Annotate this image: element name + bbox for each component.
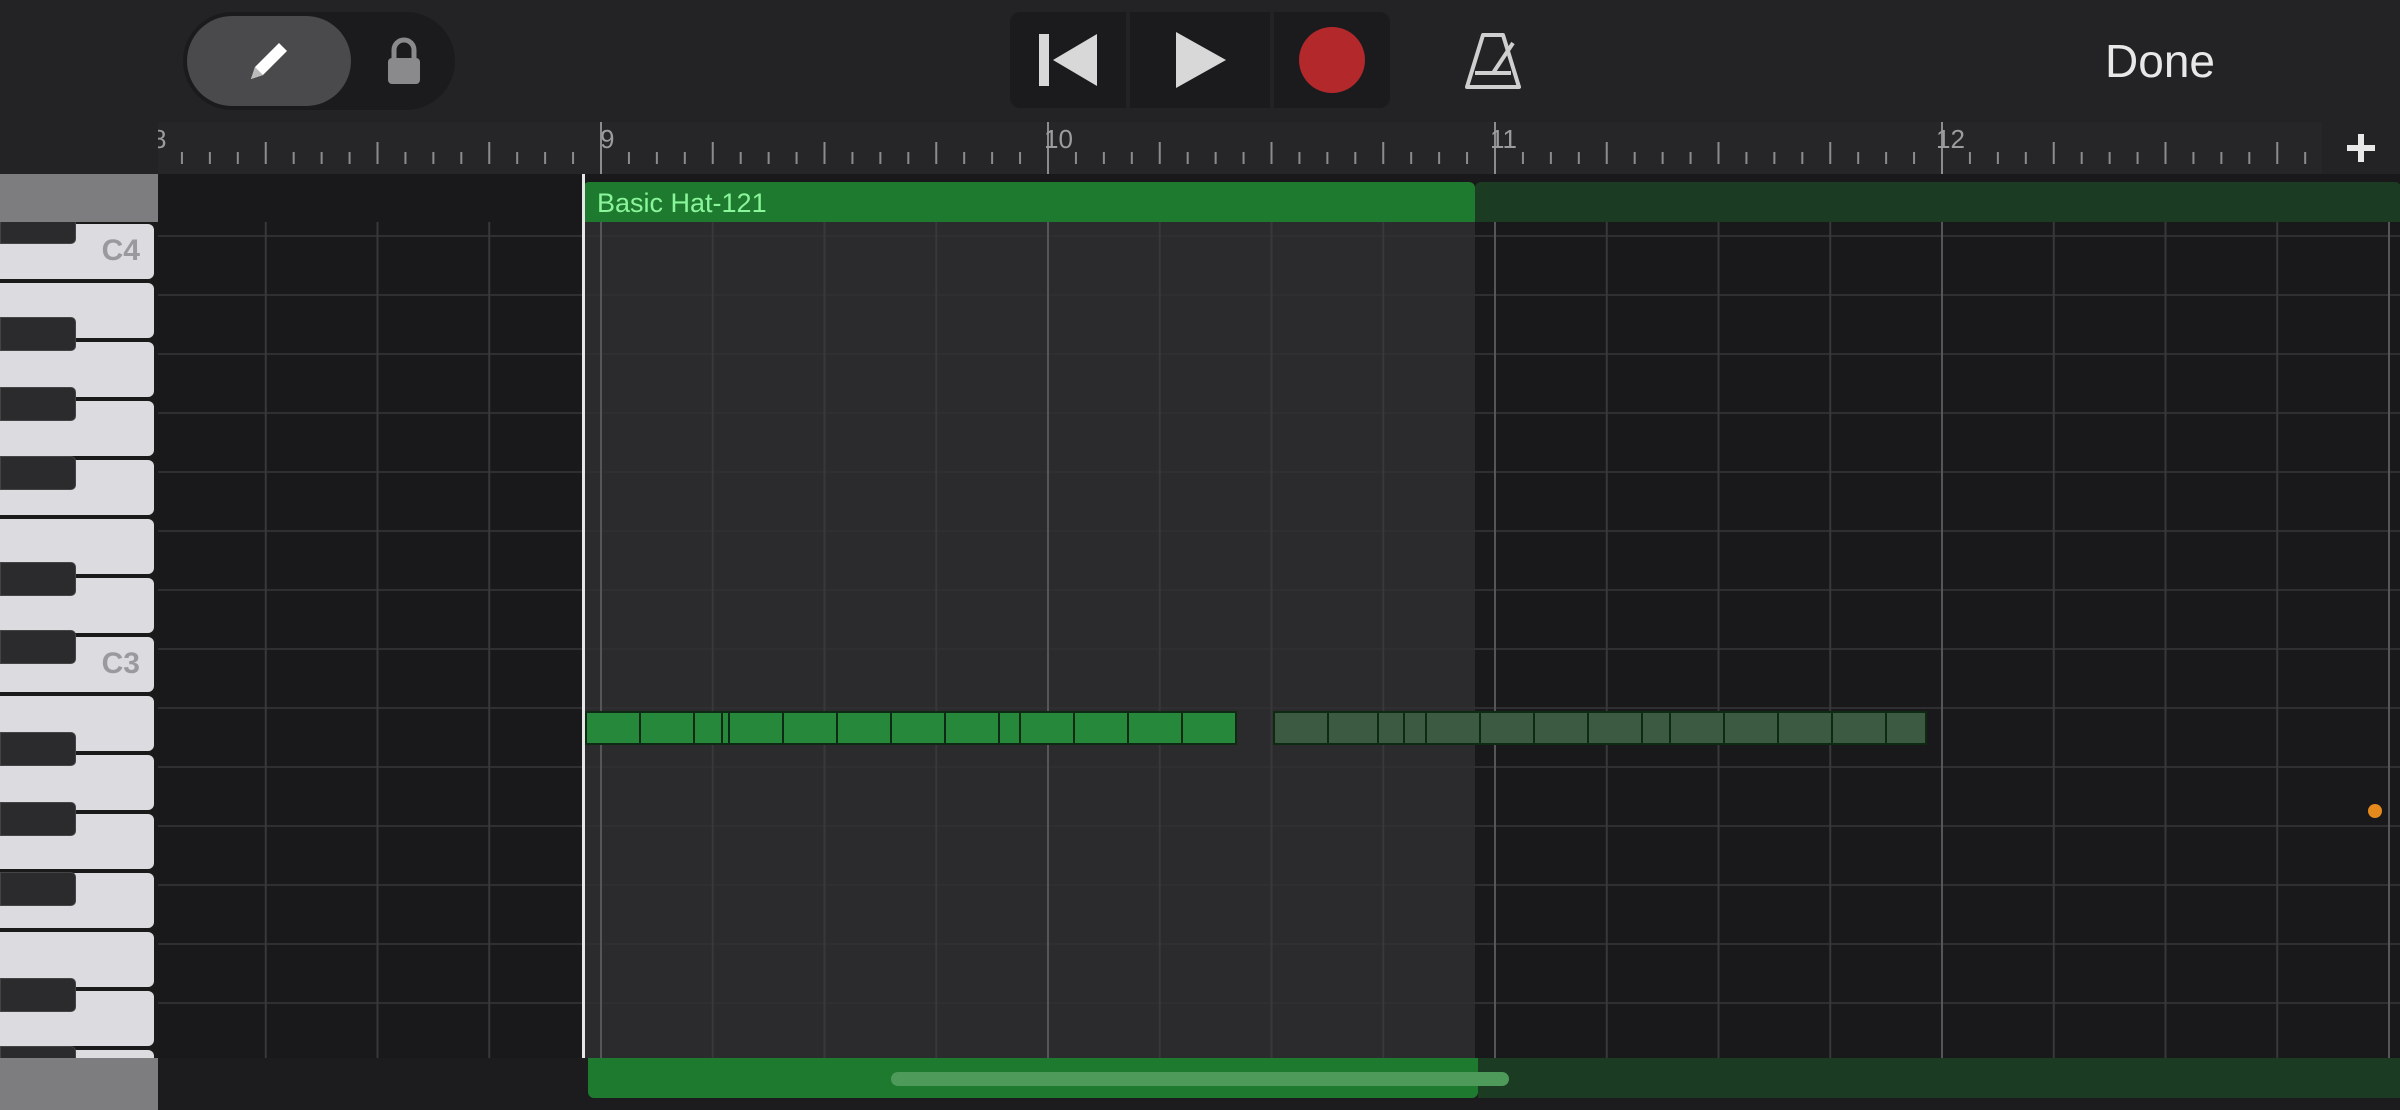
metronome-icon bbox=[1465, 33, 1521, 89]
piano-black-key[interactable] bbox=[0, 222, 76, 244]
key-label-c3: C3 bbox=[101, 647, 140, 680]
midi-note[interactable] bbox=[1479, 711, 1535, 745]
region-footer bbox=[158, 1058, 2400, 1110]
midi-note[interactable] bbox=[890, 711, 946, 745]
piano-black-key[interactable] bbox=[0, 872, 76, 906]
bar-number: 11 bbox=[1490, 124, 1517, 154]
bar-number: 9 bbox=[600, 124, 615, 154]
pencil-mode-button[interactable] bbox=[187, 16, 351, 106]
piano-black-key[interactable] bbox=[0, 317, 76, 351]
region-footer-loop bbox=[1478, 1058, 2400, 1098]
lock-icon bbox=[388, 37, 420, 84]
bar-number: 10 bbox=[1044, 124, 1073, 154]
ruler-ticks bbox=[180, 122, 2307, 174]
key-label-c4: C4 bbox=[101, 234, 140, 267]
record-icon bbox=[1299, 27, 1365, 93]
timeline-ruler[interactable]: 8 9 10 11 12 bbox=[158, 122, 2322, 174]
add-button[interactable] bbox=[2322, 122, 2400, 174]
midi-note[interactable] bbox=[1777, 711, 1833, 745]
piano-black-key[interactable] bbox=[0, 456, 76, 490]
midi-note[interactable] bbox=[585, 711, 641, 745]
midi-note[interactable] bbox=[1019, 711, 1075, 745]
pencil-icon bbox=[251, 43, 287, 79]
midi-note[interactable] bbox=[944, 711, 1000, 745]
piano-black-key[interactable] bbox=[0, 1046, 76, 1058]
midi-note[interactable] bbox=[1831, 711, 1887, 745]
bar-number: 12 bbox=[1936, 124, 1965, 154]
record-button[interactable] bbox=[1274, 12, 1390, 108]
overflow-indicator bbox=[2368, 804, 2382, 818]
lock-mode-button[interactable] bbox=[359, 16, 449, 106]
playhead[interactable] bbox=[582, 174, 585, 1058]
ruler-corner bbox=[0, 122, 158, 174]
bar-number: 8 bbox=[158, 124, 167, 154]
piano-black-key[interactable] bbox=[0, 630, 76, 664]
midi-note[interactable] bbox=[1273, 711, 1329, 745]
midi-note[interactable] bbox=[639, 711, 695, 745]
midi-note[interactable] bbox=[1723, 711, 1779, 745]
piano-keyboard[interactable]: C4 C3 bbox=[0, 222, 158, 1058]
piano-black-key[interactable] bbox=[0, 978, 76, 1012]
keyboard-footer bbox=[0, 1058, 158, 1110]
midi-note[interactable] bbox=[728, 711, 784, 745]
region-header[interactable]: Basic Hat-121 bbox=[583, 182, 2400, 222]
piano-black-key[interactable] bbox=[0, 562, 76, 596]
midi-note[interactable] bbox=[1073, 711, 1129, 745]
midi-note[interactable] bbox=[693, 711, 723, 745]
midi-note[interactable] bbox=[1327, 711, 1379, 745]
midi-note[interactable] bbox=[836, 711, 892, 745]
plus-icon bbox=[2347, 134, 2375, 162]
midi-note[interactable] bbox=[1533, 711, 1589, 745]
midi-note[interactable] bbox=[1425, 711, 1481, 745]
go-to-beginning-button[interactable] bbox=[1010, 12, 1126, 108]
midi-note[interactable] bbox=[1669, 711, 1725, 745]
piano-black-key[interactable] bbox=[0, 732, 76, 766]
midi-note[interactable] bbox=[1587, 711, 1643, 745]
done-button[interactable]: Done bbox=[2060, 28, 2260, 94]
piano-roll-grid[interactable]: Basic Hat-121 bbox=[158, 174, 2400, 1058]
piano-black-key[interactable] bbox=[0, 802, 76, 836]
region-header-loop bbox=[1475, 182, 2400, 222]
midi-note[interactable] bbox=[1885, 711, 1927, 745]
metronome-button[interactable] bbox=[1456, 24, 1530, 98]
horizontal-scrollbar[interactable] bbox=[891, 1072, 1509, 1086]
region-name: Basic Hat-121 bbox=[597, 188, 767, 218]
midi-note[interactable] bbox=[1377, 711, 1405, 745]
midi-note[interactable] bbox=[782, 711, 838, 745]
rewind-icon bbox=[1039, 34, 1097, 86]
midi-note[interactable] bbox=[1127, 711, 1183, 745]
midi-note[interactable] bbox=[1181, 711, 1237, 745]
toolbar: Done bbox=[0, 0, 2400, 122]
note-grid bbox=[158, 222, 2400, 1058]
play-button[interactable] bbox=[1130, 12, 1270, 108]
play-icon bbox=[1176, 32, 1226, 88]
piano-black-key[interactable] bbox=[0, 387, 76, 421]
keyboard-header bbox=[0, 174, 158, 222]
edit-mode-control bbox=[183, 12, 455, 110]
